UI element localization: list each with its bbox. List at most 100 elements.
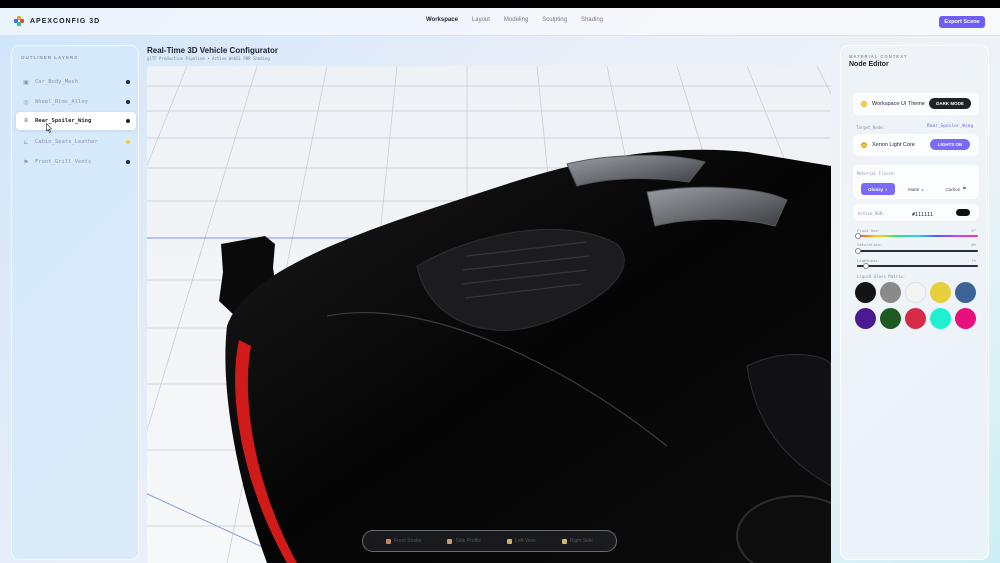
bulb-icon: [861, 142, 867, 148]
matte-icon: ◒: [921, 186, 924, 192]
letterbox: [0, 0, 1000, 8]
list-icon: ≡: [24, 118, 28, 124]
camera-front-studio-button[interactable]: Front Studio: [386, 538, 421, 544]
color-swatch[interactable]: [855, 308, 876, 329]
color-swatch[interactable]: [880, 308, 901, 329]
lightness-slider-thumb[interactable]: [863, 263, 870, 269]
nav-sculpting[interactable]: Sculpting: [542, 17, 567, 23]
finish-carbon-button[interactable]: Carbon ⚑: [937, 183, 975, 195]
visibility-dot[interactable]: [126, 80, 130, 84]
finish-glossy-button[interactable]: Glossy ◐: [861, 183, 895, 195]
color-swatch[interactable]: [905, 308, 926, 329]
material-context-label: MATERIAL CONTEXT: [849, 54, 908, 59]
finish-label: Matte: [908, 186, 920, 192]
camera-right-side-button[interactable]: Right Side: [561, 538, 593, 544]
finish-label: Carbon: [945, 186, 961, 192]
nav-modeling[interactable]: Modeling: [504, 17, 528, 23]
viewport-title: Real-Time 3D Vehicle Configurator: [147, 46, 278, 55]
camera-icon: [447, 538, 453, 544]
export-scene-button[interactable]: Export Scene: [939, 16, 985, 28]
layer-wheel-rims-alloy[interactable]: ◎ Wheel_Rims_Alloy: [16, 93, 136, 111]
hue-slider-thumb[interactable]: [855, 233, 861, 239]
liquid-glass-matrix-label: Liquid Glass Matrix:: [857, 274, 906, 279]
target-node-value[interactable]: Rear_Spoiler_Wing: [927, 124, 973, 129]
layer-label: Car_Body_Mesh: [35, 79, 79, 85]
layer-label: Cabin_Seats_Leather: [35, 139, 98, 145]
wheel-icon: ◎: [23, 99, 29, 106]
material-finish-label: Material Finish:: [857, 171, 896, 176]
color-swatch[interactable]: [955, 308, 976, 329]
finish-matte-button[interactable]: Matte ◒: [899, 183, 933, 195]
pointer-cursor-icon: [46, 123, 52, 133]
hue-label: Fluid Hue:: [857, 228, 880, 233]
lightness-value: 7%: [971, 258, 976, 263]
saturation-slider-thumb[interactable]: [855, 248, 861, 254]
tool-label: Front Studio: [394, 538, 422, 544]
top-bar: APEXCONFIG 3D Workspace Layout Modeling …: [0, 8, 1000, 36]
color-swatch[interactable]: [905, 282, 926, 303]
lightness-label: Lightness:: [857, 258, 880, 263]
layer-car-body-mesh[interactable]: ▣ Car_Body_Mesh: [16, 73, 136, 91]
glossy-icon: ◐: [885, 186, 888, 192]
lightness-slider[interactable]: [857, 263, 978, 269]
visibility-dot[interactable]: [126, 119, 130, 123]
active-rgb-label: Active_RGB:: [858, 211, 885, 216]
layer-label: Wheel_Rims_Alloy: [35, 99, 88, 105]
hue-value: 0°: [971, 228, 976, 233]
main-nav: Workspace Layout Modeling Sculpting Shad…: [426, 17, 603, 23]
camera-icon: [561, 538, 567, 544]
color-swatch[interactable]: [880, 282, 901, 303]
tool-label: Right Side: [569, 538, 593, 544]
flag-icon: ⚑: [23, 159, 29, 166]
outliner-title: OUTLINER LAYERS: [21, 55, 79, 60]
saturation-slider[interactable]: [855, 248, 978, 254]
light-card: Xenon Light Core LIGHTS ON: [853, 134, 979, 156]
target-node-label: Target_Node:: [856, 125, 885, 130]
visibility-dot[interactable]: [126, 100, 130, 104]
layer-label: Rear_Spoiler_Wing: [35, 118, 92, 124]
brand-name: APEXCONFIG 3D: [30, 17, 101, 25]
brand[interactable]: APEXCONFIG 3D: [14, 16, 100, 26]
visibility-dot[interactable]: [126, 160, 130, 164]
layer-label: Front_Grill_Vents: [35, 159, 92, 165]
dark-mode-toggle[interactable]: DARK MODE: [929, 98, 971, 109]
saturation-value: 0%: [971, 242, 976, 247]
camera-toolbar: Front Studio Side Profile Left View Righ…: [362, 530, 617, 552]
hue-slider[interactable]: [855, 233, 978, 239]
nav-layout[interactable]: Layout: [472, 17, 490, 23]
finish-label: Glossy: [868, 186, 884, 192]
color-swatch[interactable]: [855, 282, 876, 303]
theme-label: Workspace UI Theme: [872, 101, 925, 107]
layer-cabin-seats-leather[interactable]: ⊾ Cabin_Seats_Leather: [16, 133, 136, 151]
logo-icon: [14, 16, 24, 26]
lights-on-toggle[interactable]: LIGHTS ON: [930, 139, 970, 150]
color-preview-swatch[interactable]: [956, 209, 970, 216]
3d-viewport[interactable]: Front Studio Side Profile Left View Righ…: [147, 66, 831, 563]
nav-shading[interactable]: Shading: [581, 17, 603, 23]
app-window: APEXCONFIG 3D Workspace Layout Modeling …: [0, 8, 1000, 563]
color-swatch[interactable]: [955, 282, 976, 303]
layer-front-grill-vents[interactable]: ⚑ Front_Grill_Vents: [16, 153, 136, 171]
sun-icon: [861, 101, 867, 107]
flag-icon: ⚑: [962, 186, 967, 191]
viewport-subtitle: glTF Production Pipeline • Active WebGL …: [147, 56, 270, 61]
light-label: Xenon Light Core: [872, 142, 915, 148]
active-rgb-value[interactable]: #111111: [912, 212, 933, 218]
outliner-panel: OUTLINER LAYERS ▣ Car_Body_Mesh ◎ Wheel_…: [11, 45, 139, 560]
nav-workspace[interactable]: Workspace: [426, 17, 458, 23]
camera-side-profile-button[interactable]: Side Profile: [447, 538, 481, 544]
camera-left-view-button[interactable]: Left View: [507, 538, 536, 544]
color-swatch[interactable]: [930, 308, 951, 329]
viewport-scene: [147, 66, 831, 563]
node-editor-title: Node Editor: [849, 61, 889, 68]
theme-card: Workspace UI Theme DARK MODE: [853, 93, 979, 115]
saturation-label: Saturation:: [857, 242, 883, 247]
visibility-dot[interactable]: [126, 140, 130, 144]
camera-icon: [386, 538, 392, 544]
seat-icon: ⊾: [23, 139, 29, 146]
tool-label: Left View: [515, 538, 536, 544]
layer-rear-spoiler-wing[interactable]: ≡ Rear_Spoiler_Wing: [16, 112, 136, 130]
color-swatch[interactable]: [930, 282, 951, 303]
mesh-icon: ▣: [23, 79, 29, 86]
node-editor-panel: MATERIAL CONTEXT Node Editor Workspace U…: [840, 45, 989, 560]
